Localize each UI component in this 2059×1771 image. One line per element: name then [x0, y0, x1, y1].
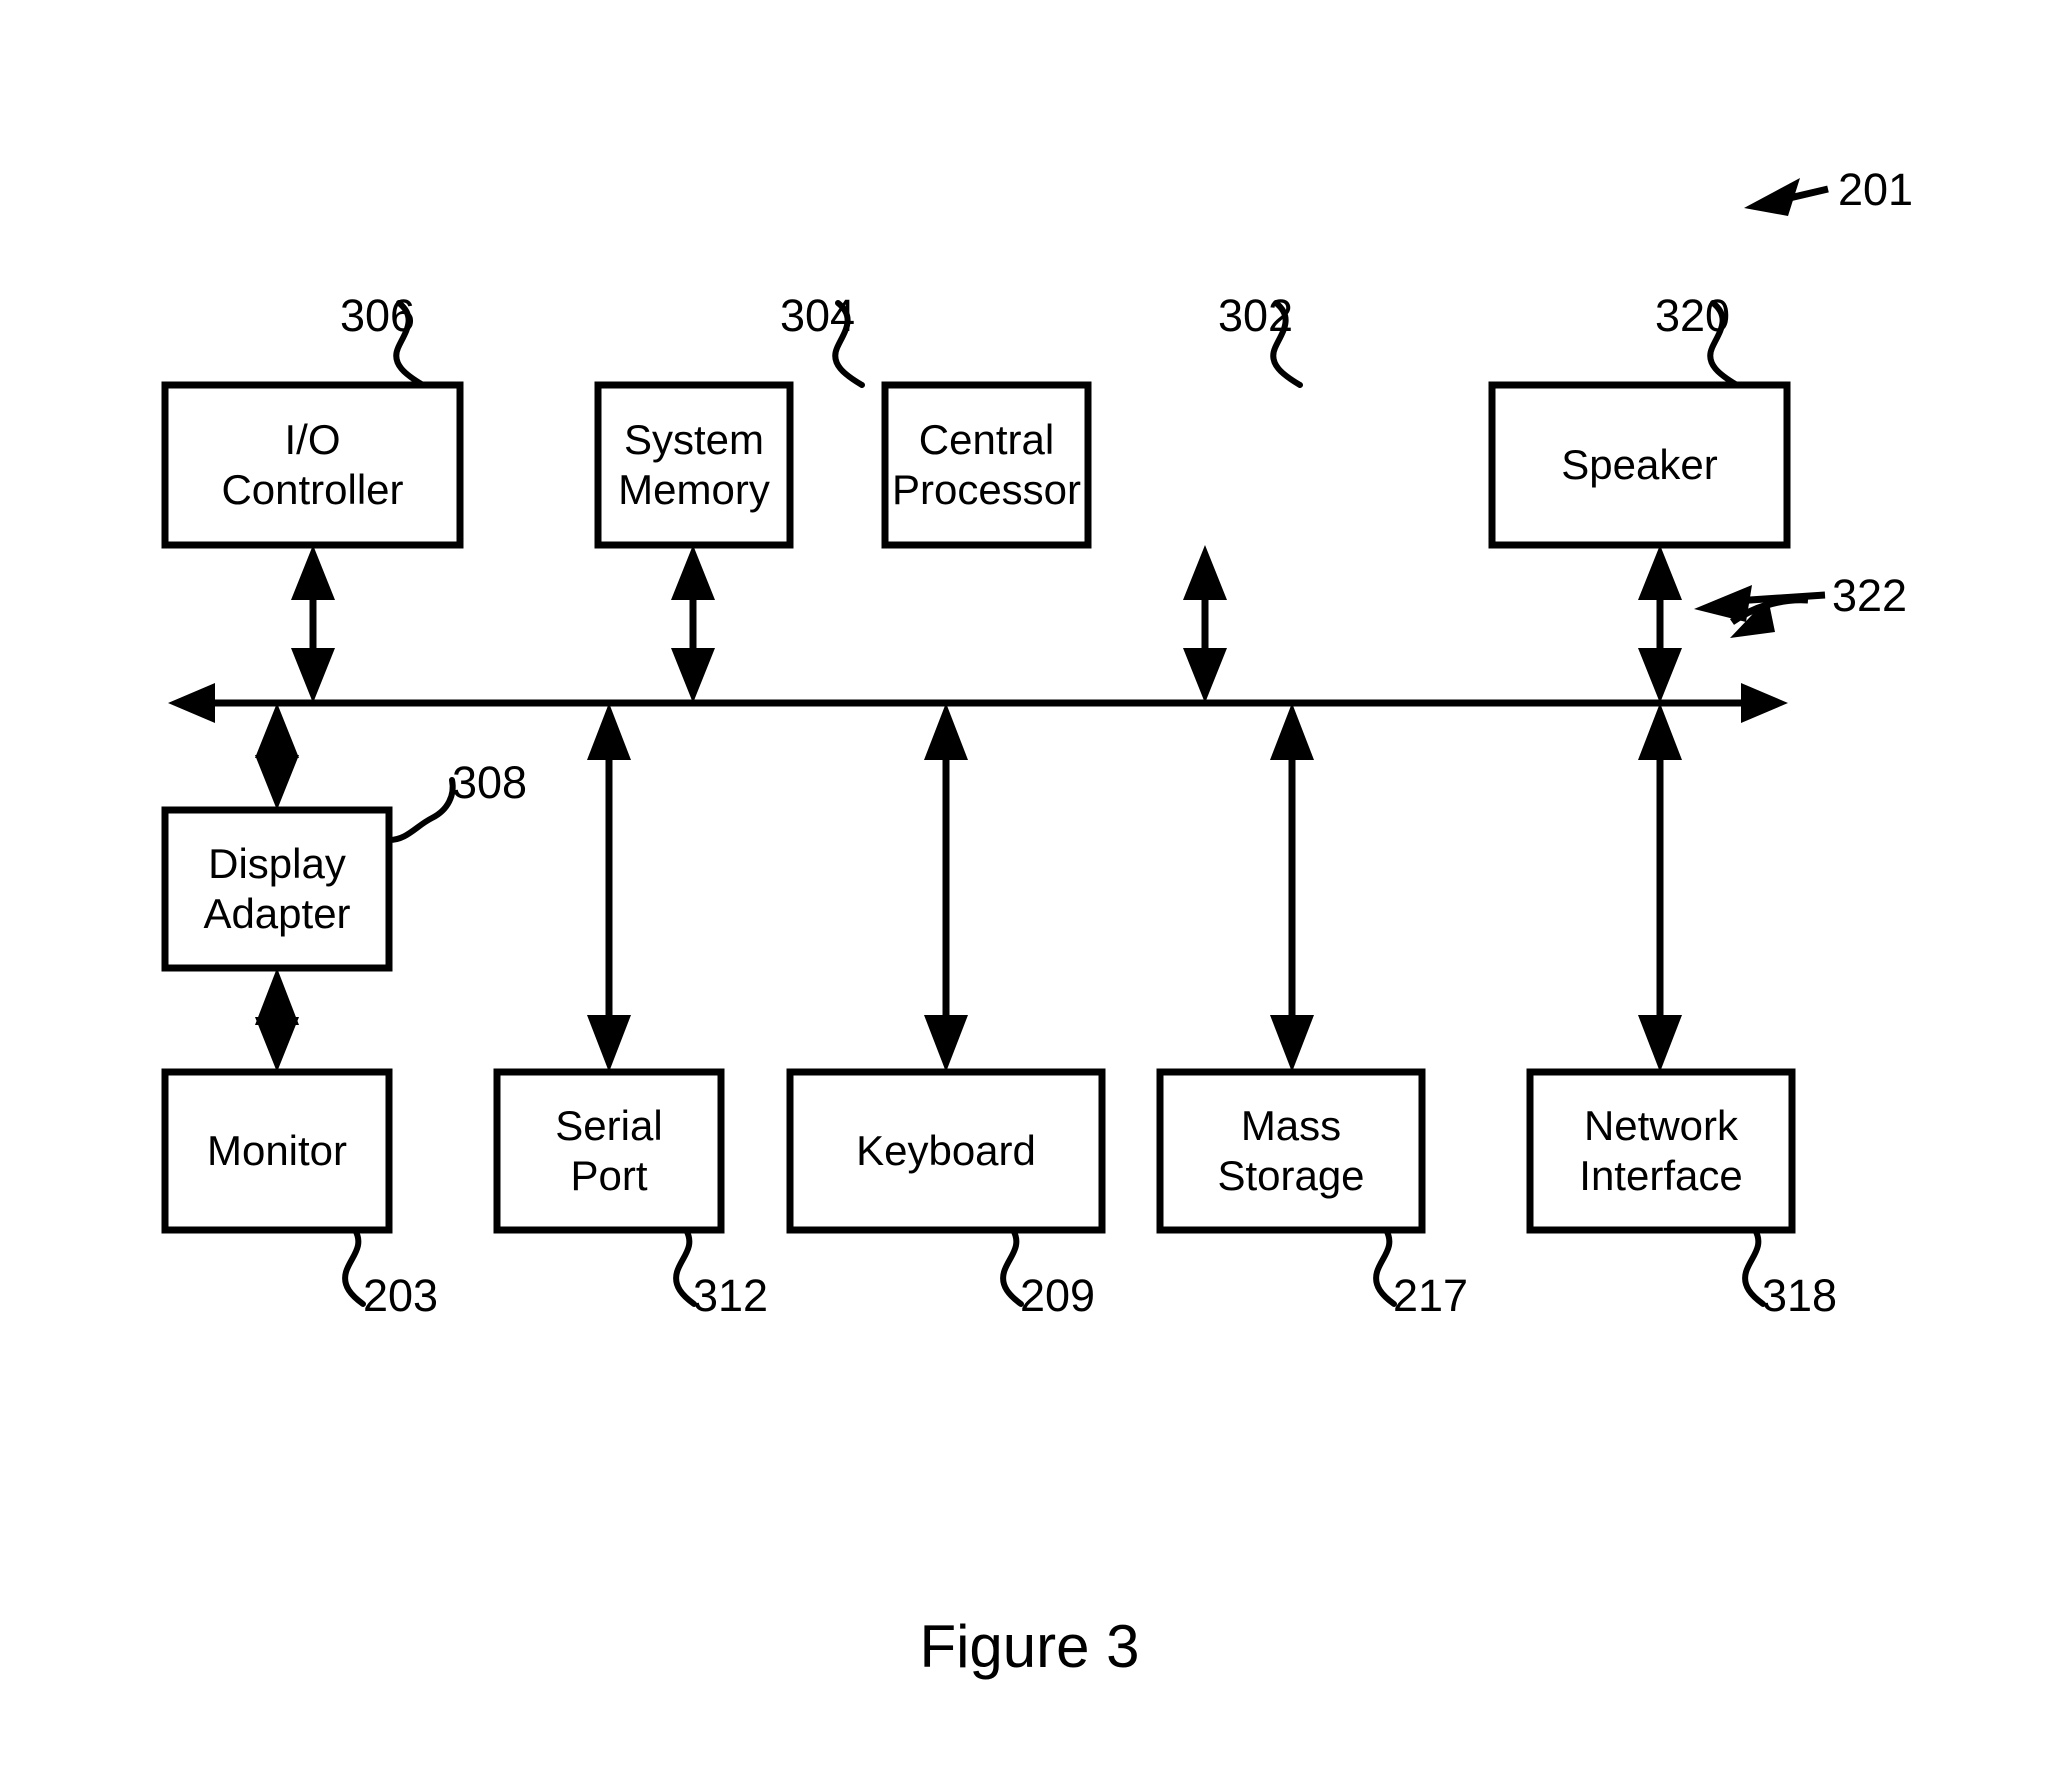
connector-io-controller [291, 545, 335, 703]
component-box-outlines [161, 381, 1796, 1234]
component-box-central-processor [881, 381, 1092, 549]
reference-numeral-217: 217 [1393, 1270, 1469, 1321]
reference-numeral-318: 318 [1762, 1270, 1838, 1321]
reference-numeral-322: 322 [1832, 570, 1908, 621]
component-box-mass-storage [1156, 1068, 1426, 1234]
reference-numeral-306: 306 [340, 290, 416, 341]
connector-network-interface [1638, 703, 1682, 1072]
component-box-network-interface [1526, 1068, 1796, 1234]
reference-numeral-203: 203 [363, 1270, 439, 1321]
component-box-keyboard [786, 1068, 1106, 1234]
connector-mass-storage [1270, 703, 1314, 1072]
component-box-serial-port [493, 1068, 725, 1234]
block-diagram-canvas [161, 178, 1829, 1307]
connector-central-processor [1183, 545, 1227, 703]
patent-figure-page: I/O Controller System Memory Central Pro… [0, 0, 2059, 1771]
connector-keyboard [924, 703, 968, 1072]
component-box-io-controller [161, 381, 464, 549]
reference-numeral-302: 302 [1218, 290, 1294, 341]
component-box-system-memory [594, 381, 794, 549]
bus-ref-arrow [1694, 585, 1826, 638]
reference-numeral-312: 312 [693, 1270, 769, 1321]
connector-serial-port [587, 703, 631, 1072]
reference-numeral-209: 209 [1020, 1270, 1096, 1321]
connector-display-adapter [255, 703, 299, 810]
reference-numeral-201: 201 [1838, 164, 1914, 215]
connector-monitor [255, 968, 299, 1072]
component-box-speaker [1488, 381, 1791, 549]
component-box-display-adapter [161, 806, 393, 972]
figure-caption: Figure 3 [919, 1613, 1140, 1680]
system-ref-arrow [1744, 178, 1829, 216]
connector-speaker [1638, 545, 1682, 703]
reference-numeral-308: 308 [452, 757, 528, 808]
reference-numeral-304: 304 [780, 290, 856, 341]
component-box-monitor [161, 1068, 393, 1234]
reference-numeral-320: 320 [1655, 290, 1731, 341]
connector-system-memory [671, 545, 715, 703]
system-bus [168, 683, 1788, 723]
